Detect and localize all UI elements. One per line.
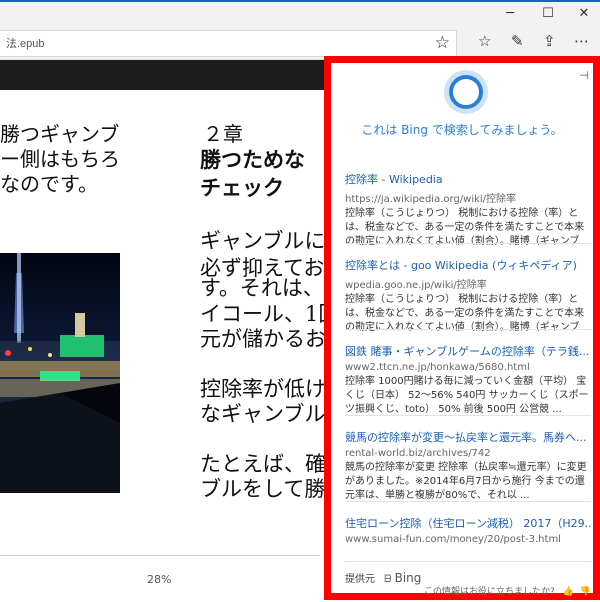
result-divider <box>345 243 591 244</box>
cortana-search-panel: ⊣ これは Bing で検索してみましょう。 控除率 - Wikipedia h… <box>324 56 600 600</box>
title-bar-accent <box>0 0 600 2</box>
panel-footer: 提供元 ᗷ Bing この情報はお役に立ちましたか? 👍 👎 <box>345 561 591 602</box>
result-url: wpedia.goo.ne.jp/wiki/控除率 <box>345 280 487 291</box>
result-divider <box>345 501 591 502</box>
result-divider <box>345 329 591 330</box>
minimize-button[interactable]: ─ <box>492 4 528 24</box>
result-title[interactable]: 競馬の控除率が変更〜払戻率と還元率。馬券へ... <box>345 429 591 445</box>
feedback: この情報はお役に立ちましたか? 👍 👎 <box>424 584 591 597</box>
search-result[interactable]: 控除率 - Wikipedia https://ja.wikipedia.org… <box>345 171 591 249</box>
pin-icon[interactable]: ⊣ <box>579 69 589 82</box>
body-text-line: ギャンブルに <box>200 229 326 253</box>
reader-toolbar <box>0 60 330 90</box>
cortana-icon <box>449 75 483 109</box>
chapter-number: ２章 <box>203 122 243 146</box>
favorite-star-icon[interactable]: ☆ <box>435 33 450 53</box>
left-text-line: なのです。 <box>0 172 98 196</box>
thumbs-up-icon[interactable]: 👍 <box>563 587 574 597</box>
favorites-hub-icon[interactable]: ☆ <box>478 32 491 50</box>
chapter-heading-line: 勝つためな <box>200 147 305 172</box>
result-url: www2.ttcn.ne.jp/honkawa/5680.html <box>345 362 530 373</box>
result-url: www.sumai-fun.com/money/20/post-3.html <box>345 534 561 545</box>
chapter-heading-line: チェック <box>200 175 284 200</box>
page-divider <box>0 555 320 556</box>
bing-prompt: これは Bing で検索してみましょう。 <box>361 123 563 137</box>
search-result[interactable]: 控除率とは - goo Wikipedia (ウィキペディア) wpedia.g… <box>345 257 591 335</box>
result-title[interactable]: 控除率 - Wikipedia <box>345 171 591 187</box>
result-snippet: 競馬の控除率が変更 控除率（払戻率≒還元率）に変更がありました。※2014年6月… <box>345 462 587 501</box>
provider: 提供元 ᗷ Bing <box>345 570 421 585</box>
result-title[interactable]: 図鉄 賭事・ギャンブルゲームの控除率（テラ銭... <box>345 343 591 359</box>
body-text-line: 元が儲かるお <box>200 327 326 351</box>
close-button[interactable]: ✕ <box>566 4 600 24</box>
result-divider <box>345 415 591 416</box>
las-vegas-photo <box>0 253 120 493</box>
feedback-text: この情報はお役に立ちましたか? <box>424 587 555 597</box>
web-note-icon[interactable]: ✎ <box>511 32 524 50</box>
search-result[interactable]: 住宅ローン控除（住宅ローン減税） 2017（H29... www.sumai-f… <box>345 515 591 545</box>
maximize-button[interactable]: ☐ <box>530 4 566 24</box>
search-result[interactable]: 図鉄 賭事・ギャンブルゲームの控除率（テラ銭... www2.ttcn.ne.j… <box>345 343 591 417</box>
result-title[interactable]: 控除率とは - goo Wikipedia (ウィキペディア) <box>345 257 591 273</box>
body-text-line: なギャンブル <box>200 402 326 426</box>
address-field[interactable]: 法.epub ☆ <box>0 30 457 57</box>
result-title[interactable]: 住宅ローン控除（住宅ローン減税） 2017（H29... <box>345 515 591 531</box>
reading-progress: 28% <box>147 573 172 586</box>
more-icon[interactable]: ⋯ <box>574 32 589 50</box>
provider-name: Bing <box>394 571 422 585</box>
result-snippet: 控除率 1000円賭ける毎に減っていく金額（平均） 宝くじ（日本） 52～56%… <box>345 376 589 415</box>
address-text: 法.epub <box>6 38 45 50</box>
provider-label: 提供元 <box>345 574 375 585</box>
bing-logo-icon: ᗷ <box>384 574 392 585</box>
body-text-line: ブルをして勝 <box>200 477 326 501</box>
result-url: https://ja.wikipedia.org/wiki/控除率 <box>345 194 517 205</box>
result-url: rental-world.biz/archives/742 <box>345 448 491 459</box>
title-bar: ─ ☐ ✕ <box>0 0 600 27</box>
share-icon[interactable]: ⇪ <box>543 32 556 50</box>
search-result[interactable]: 競馬の控除率が変更〜払戻率と還元率。馬券へ... rental-world.bi… <box>345 429 591 503</box>
thumbs-down-icon[interactable]: 👎 <box>580 587 591 597</box>
